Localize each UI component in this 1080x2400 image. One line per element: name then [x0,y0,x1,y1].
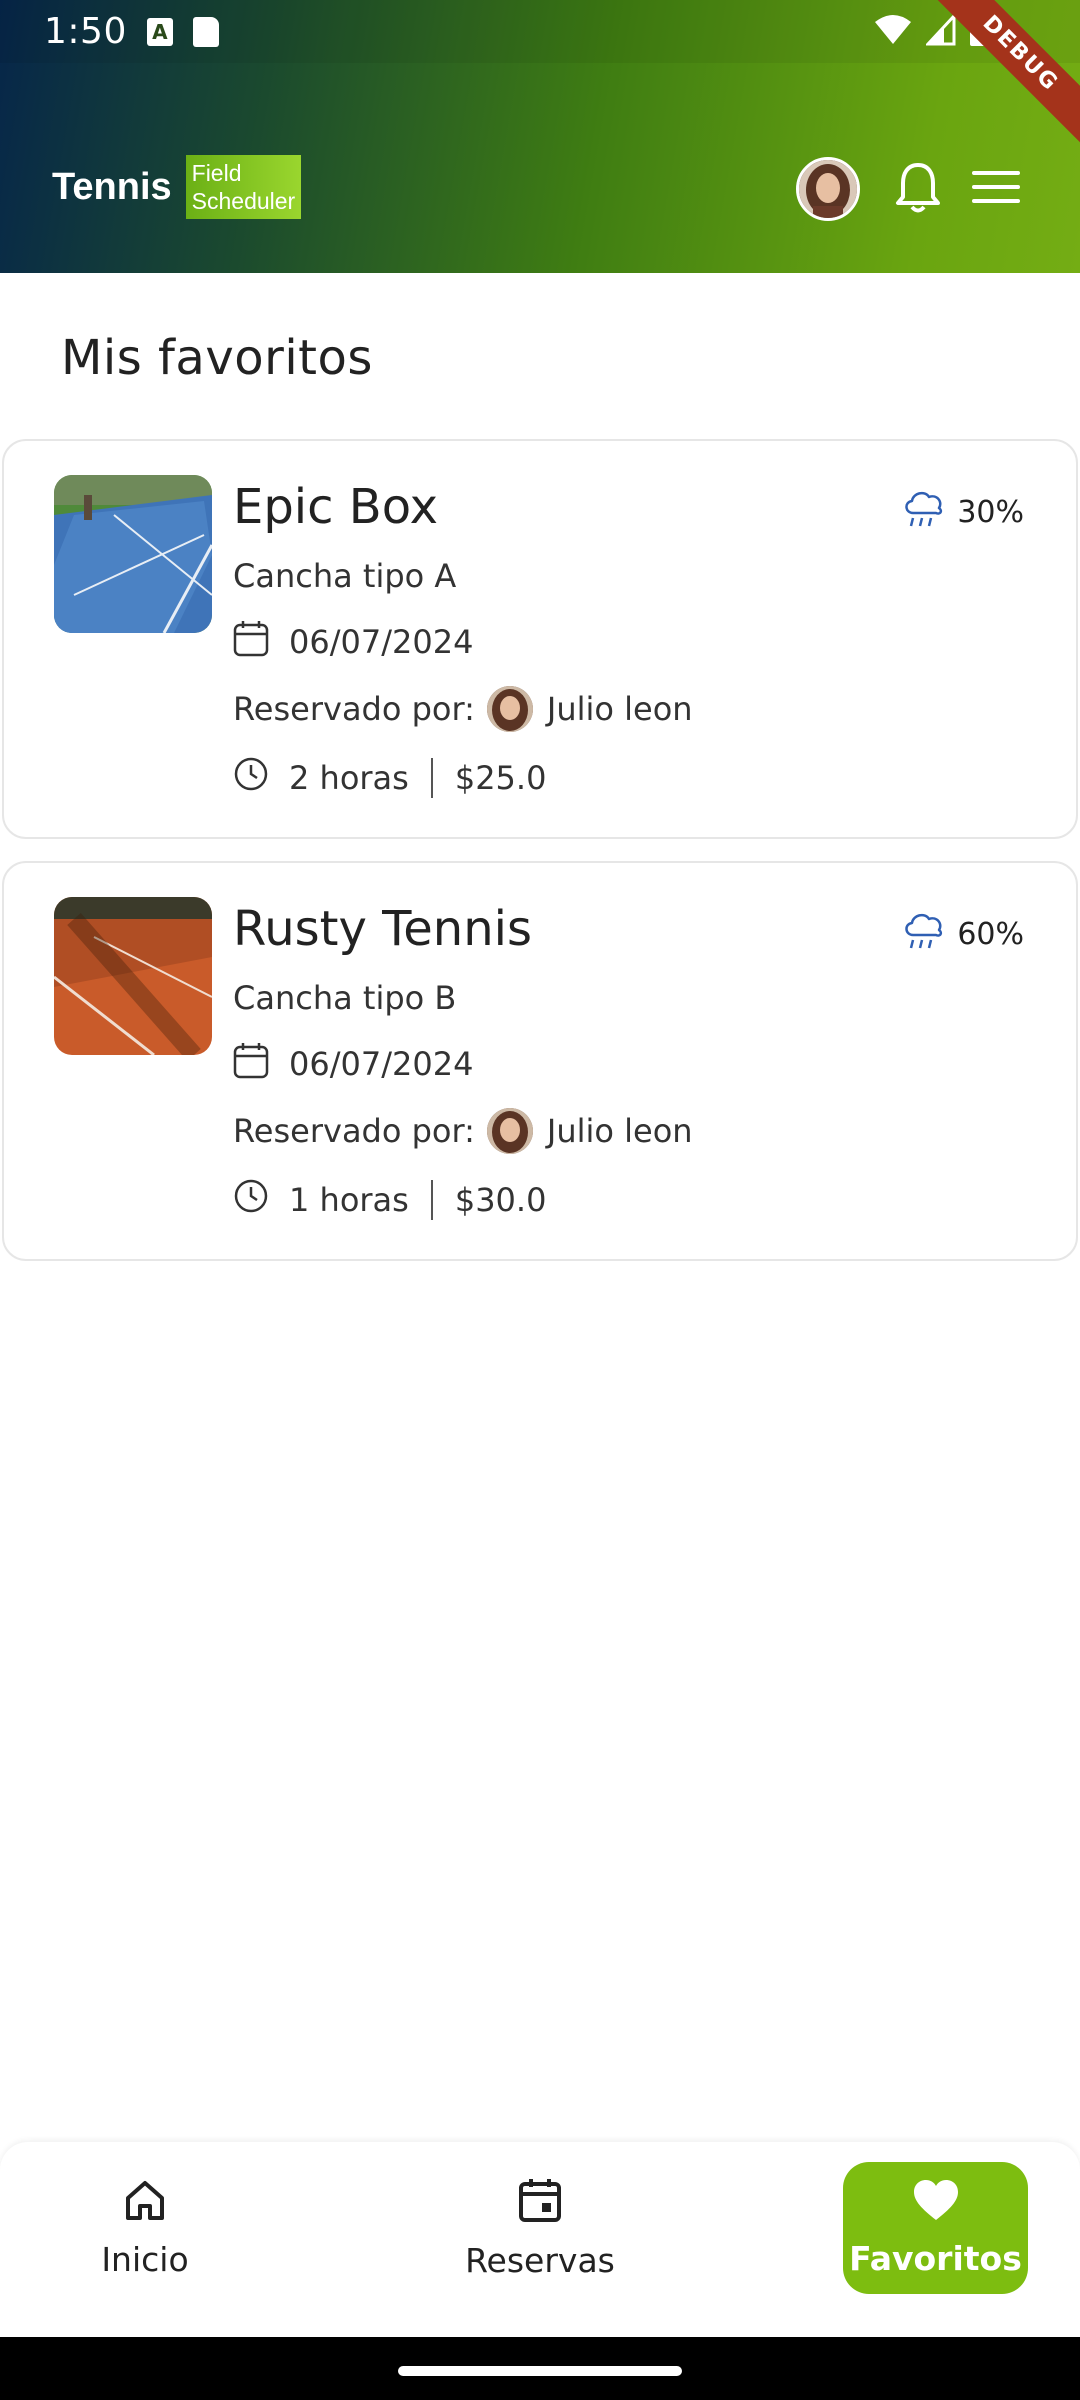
date-text: 06/07/2024 [289,623,474,661]
notification-a-icon: A [146,17,173,46]
rain-percent: 60% [957,916,1024,952]
court-type: Cancha tipo B [233,979,457,1017]
owner-avatar [486,686,533,732]
date-text: 06/07/2024 [289,1045,474,1083]
rain-forecast: 60% [901,907,1024,961]
app-header: 1:50 A DEBUG Tennis Field Scheduler [0,0,1080,273]
favorite-card[interactable]: Rusty Tennis 60% Cancha tipo B 06/07/202… [2,861,1078,1261]
rain-forecast: 30% [901,485,1024,539]
heart-icon [912,2179,960,2229]
bottom-navigation: Inicio Reservas Favoritos [0,2142,1080,2337]
reservation-date: 06/07/2024 [233,619,473,665]
price-text: $30.0 [454,1181,547,1219]
status-bar: 1:50 A [0,0,1080,63]
sd-card-icon [192,16,219,47]
bell-icon [895,161,941,219]
duration-text: 2 horas [289,759,409,797]
price-text: $25.0 [454,759,547,797]
profile-avatar[interactable] [796,157,860,221]
court-thumbnail [54,897,212,1055]
brand-sub-line2: Scheduler [191,188,296,214]
home-icon [123,2178,167,2230]
menu-button[interactable] [968,165,1024,213]
court-name: Rusty Tennis [233,901,532,957]
rain-percent: 30% [957,494,1024,530]
rain-cloud-icon [901,907,947,961]
status-time: 1:50 [44,11,127,52]
court-type: Cancha tipo A [233,557,457,595]
owner-name: Julio leon [546,1112,693,1150]
wifi-icon [874,14,912,50]
clock-icon [233,756,269,800]
nav-inicio[interactable]: Inicio [60,2162,230,2294]
reservation-date: 06/07/2024 [233,1041,473,1087]
divider [430,1180,433,1220]
divider [430,758,433,798]
brand-sub-line1: Field [191,160,242,186]
court-thumbnail [54,475,212,633]
calendar-icon [518,2177,562,2231]
calendar-icon [233,619,269,665]
court-name: Epic Box [233,479,439,535]
owner-avatar [486,1108,533,1154]
notifications-button[interactable] [890,160,946,220]
reserved-by: Reservado por: Julio leon [233,686,693,732]
owner-name: Julio leon [546,690,693,728]
nav-reservas[interactable]: Reservas [440,2162,640,2294]
nav-reservas-label: Reservas [465,2240,615,2280]
home-gesture-handle[interactable] [398,2366,682,2376]
favorite-card[interactable]: Epic Box 30% Cancha tipo A 06/07/2024 Re… [2,439,1078,839]
nav-favoritos-label: Favoritos [849,2238,1022,2278]
reserved-by-label: Reservado por: [233,690,475,728]
brand-main-text: Tennis [52,165,172,208]
rain-cloud-icon [901,485,947,539]
app-logo: Tennis Field Scheduler [52,155,302,219]
signal-icon [924,11,956,50]
brand-sub-text: Field Scheduler [185,155,302,219]
duration-price: 1 horas $30.0 [233,1178,546,1222]
duration-text: 1 horas [289,1181,409,1219]
page-title: Mis favoritos [61,330,373,386]
nav-favoritos[interactable]: Favoritos [843,2162,1028,2294]
calendar-icon [233,1041,269,1087]
duration-price: 2 horas $25.0 [233,756,546,800]
clock-icon [233,1178,269,1222]
reserved-by: Reservado por: Julio leon [233,1108,693,1154]
hamburger-icon [972,170,1020,208]
reserved-by-label: Reservado por: [233,1112,475,1150]
nav-inicio-label: Inicio [101,2239,189,2279]
